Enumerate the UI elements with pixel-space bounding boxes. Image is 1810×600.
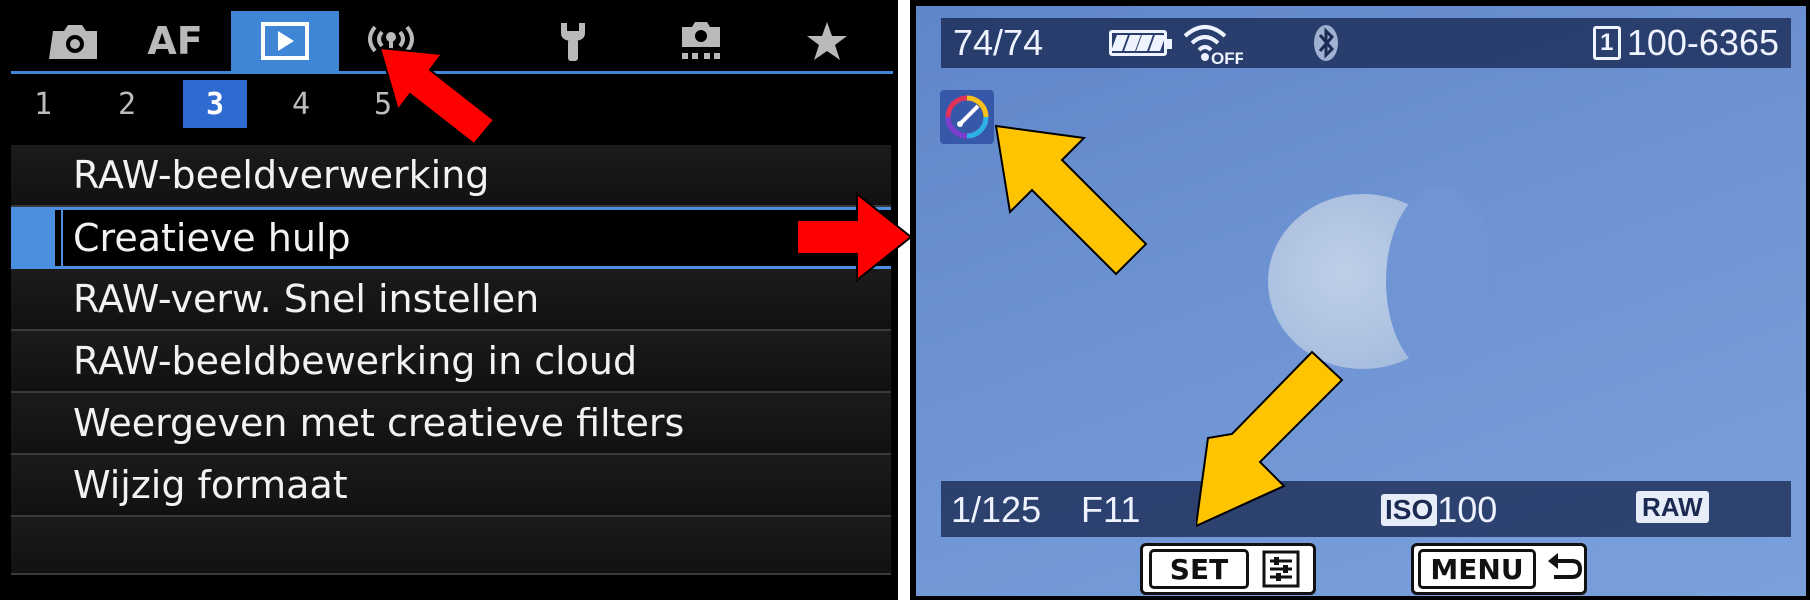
yellow-arrow-creative-icon [994,124,1148,276]
wifi-status-text: OFF [1211,49,1243,66]
subtab-4[interactable]: 4 [269,80,333,128]
red-arrow-playback-tab [378,46,496,145]
tab-af[interactable]: AF [127,11,223,71]
quick-control-icon [1262,550,1300,588]
image-quality-badge: RAW [1636,491,1709,523]
file-number: 100-6365 [1626,22,1779,63]
set-button-label: SET [1149,549,1249,589]
custom-functions-icon [682,22,720,59]
button-guide-bar: SET MENU [916,537,1806,596]
wrench-icon [561,23,585,61]
menu-item-raw-processing[interactable]: RAW-beeldverwerking [11,145,891,207]
menu-item-label: Wijzig formaat [73,463,348,507]
menu-item-label: RAW-verw. Snel instellen [73,277,540,321]
menu-button[interactable]: MENU [1411,543,1587,595]
iso-value: 100 [1437,489,1498,530]
menu-item-label: Creatieve hulp [73,216,351,260]
menu-button-label: MENU [1418,549,1536,589]
menu-item-raw-quick-settings[interactable]: RAW-verw. Snel instellen [11,269,891,331]
card-slot-icon: 1 [1592,26,1621,60]
aperture-value: F11 [1081,489,1141,530]
battery-full-icon [1109,30,1172,56]
menu-item-resize[interactable]: Wijzig formaat [11,455,891,517]
menu-item-label: RAW-beeldbewerking in cloud [73,339,638,383]
subtab-3[interactable]: 3 [183,80,247,128]
bottom-status-bar: 1/125 F11 ISO 100 RAW [941,481,1791,537]
set-button[interactable]: SET [1140,543,1316,595]
menu-item-creative-filters-view[interactable]: Weergeven met creatieve filters [11,393,891,455]
tab-af-label: AF [147,19,203,63]
creative-assist-icon [940,90,994,144]
yellow-arrow-set-button [1196,350,1344,528]
image-counter: 74/74 [953,22,1044,63]
subtab-2[interactable]: 2 [95,80,159,128]
menu-item-label: Weergeven met creatieve filters [73,401,685,445]
menu-item-cloud-raw[interactable]: RAW-beeldbewerking in cloud [11,331,891,393]
tab-my-menu[interactable] [779,11,875,71]
iso-label: ISO [1381,494,1438,526]
star-icon [807,22,847,60]
subtab-1[interactable]: 1 [11,80,75,128]
menu-item-label: RAW-beeldverwerking [73,153,490,197]
bluetooth-icon [1314,25,1338,61]
file-number-display: 1 100-6365 [1592,22,1779,64]
iso-display: ISO 100 [1381,489,1497,531]
playback-screen: 74/74 OFF 1 100-6365 1/125 F11 ISO 100 R… [910,0,1810,600]
playback-icon [261,22,309,60]
menu-item-creative-assist[interactable]: Creatieve hulp [11,207,891,269]
menu-list: RAW-beeldverwerking Creatieve hulp RAW-v… [11,145,891,575]
wifi-off-icon: OFF [1183,25,1243,66]
top-status-bar: 74/74 OFF 1 100-6365 [941,18,1791,68]
menu-item-empty [11,517,891,575]
tab-setup[interactable] [525,11,621,71]
return-icon [1548,553,1583,579]
tab-playback[interactable] [231,11,339,71]
moon-shadow [1386,186,1496,376]
red-arrow-right [796,192,913,282]
image-display: 74/74 OFF 1 100-6365 1/125 F11 ISO 100 R… [916,6,1806,596]
tab-custom-functions[interactable] [653,11,749,71]
shutter-speed: 1/125 [951,489,1042,530]
tab-shooting[interactable] [27,11,123,71]
camera-icon [49,25,97,59]
